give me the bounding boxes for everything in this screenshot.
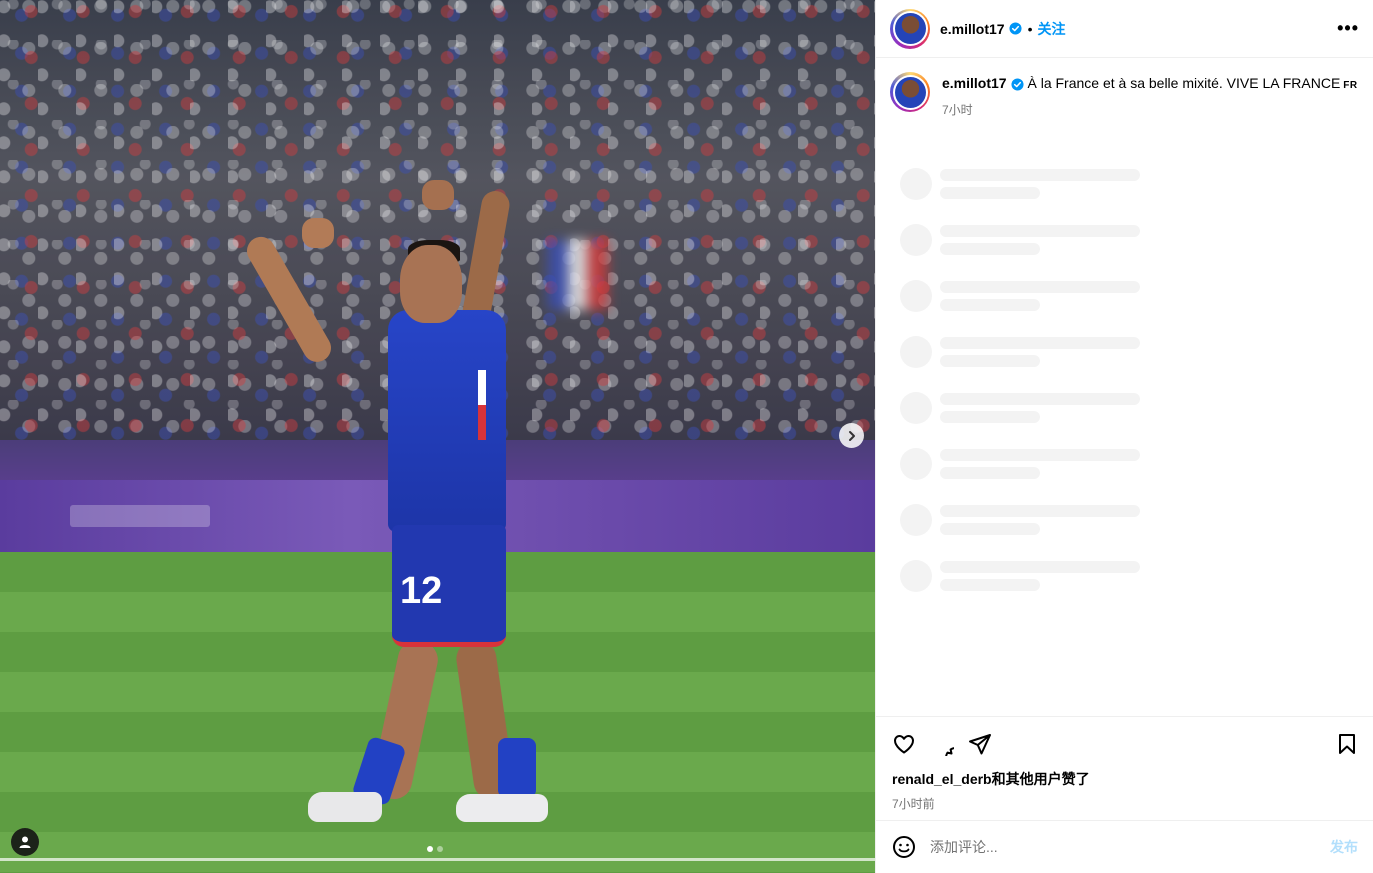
avatar-image: [894, 13, 926, 44]
chevron-right-icon: [848, 430, 855, 441]
likes-summary[interactable]: renald_el_derb和其他用户赞了: [892, 769, 1358, 789]
player-right-sock: [498, 738, 536, 798]
separator-dot: •: [1027, 20, 1033, 37]
comment-button[interactable]: [930, 732, 954, 756]
player-left-fist: [302, 218, 334, 248]
comment-skeleton: [900, 156, 1140, 212]
caption-time[interactable]: 7小时: [942, 101, 1358, 119]
avatar[interactable]: [890, 8, 930, 49]
comment-bar: 发布: [876, 820, 1373, 873]
comment-skeleton: [900, 548, 1140, 604]
caption-avatar[interactable]: [890, 72, 930, 112]
carousel-dot-2: [437, 846, 443, 852]
player-right-boot: [456, 794, 548, 822]
bookmark-icon: [1339, 734, 1355, 754]
post-media[interactable]: 12: [0, 0, 875, 873]
comment-skeleton: [900, 492, 1140, 548]
carousel-next-button[interactable]: [839, 423, 864, 448]
send-icon: [969, 734, 991, 755]
pitch-line: [0, 858, 875, 861]
smiley-icon: [893, 836, 915, 858]
player-jersey: [388, 310, 506, 532]
carousel-indicator: [427, 846, 443, 852]
post-caption: e.millot17 À la France et à sa belle mix…: [876, 58, 1373, 119]
comment-skeleton: [900, 268, 1140, 324]
heart-icon: [894, 735, 914, 754]
author-username[interactable]: e.millot17: [940, 21, 1005, 37]
player-right-fist: [422, 180, 454, 210]
carousel-dot-1: [427, 846, 433, 852]
comment-icon: [945, 747, 954, 756]
share-button[interactable]: [968, 732, 992, 756]
player-figure: 12: [241, 180, 560, 830]
comments-loading: [900, 156, 1140, 604]
comment-skeleton: [900, 380, 1140, 436]
post-comment-button[interactable]: 发布: [1330, 837, 1358, 857]
user-tag-icon: [19, 836, 31, 848]
caption-text: À la France et à sa belle mixité. VIVE L…: [1027, 75, 1341, 91]
avatar-image: [894, 76, 926, 108]
player-head: [400, 245, 462, 323]
comment-skeleton: [900, 436, 1140, 492]
post-header: e.millot17 • 关注 •••: [876, 0, 1373, 58]
caption-username[interactable]: e.millot17: [942, 75, 1007, 91]
user-tag-button[interactable]: [11, 828, 39, 856]
save-button[interactable]: [1336, 732, 1358, 756]
flag-fr: FR: [1343, 80, 1358, 91]
verified-badge-icon: [1011, 78, 1024, 91]
comment-skeleton: [900, 212, 1140, 268]
verified-badge-icon: [1009, 22, 1022, 35]
board-logo: [70, 505, 210, 527]
post-actions: renald_el_derb和其他用户赞了 7小时前: [876, 716, 1373, 812]
comment-input[interactable]: [930, 839, 1330, 855]
post-timestamp[interactable]: 7小时前: [892, 795, 1358, 812]
post-side-panel: e.millot17 • 关注 ••• e.millot17 À la Fran…: [875, 0, 1373, 873]
player-left-boot: [308, 792, 382, 822]
like-button[interactable]: [892, 732, 916, 756]
emoji-button[interactable]: [892, 835, 916, 859]
comment-skeleton: [900, 324, 1140, 380]
jersey-stripe: [478, 370, 486, 440]
more-options-button[interactable]: •••: [1337, 18, 1359, 39]
follow-button[interactable]: 关注: [1038, 19, 1066, 39]
shorts-number: 12: [400, 570, 443, 612]
